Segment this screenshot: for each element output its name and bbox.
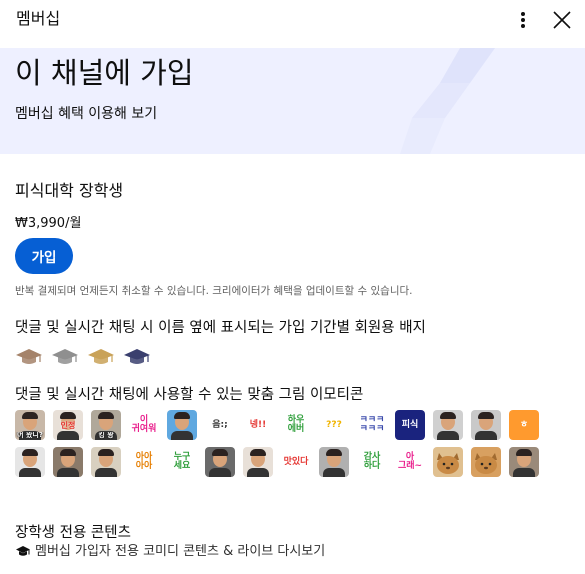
emoji-text: 피식 — [401, 419, 419, 430]
graduation-cap-navy-badge-icon — [124, 349, 150, 364]
emoji-text: 맛있다 — [283, 456, 309, 467]
emoji-text: 아 그래~ — [397, 452, 423, 471]
tier-price: ₩3,990/월 — [15, 216, 82, 231]
hero-decoration — [400, 48, 495, 154]
join-button[interactable]: 가입 — [15, 238, 73, 274]
graduation-cap-bronze-badge-icon — [16, 349, 42, 364]
custom-emoji — [433, 410, 463, 440]
custom-emoji — [471, 447, 501, 477]
emoji-section-title: 댓글 및 실시간 채팅에 사용할 수 있는 맞춤 그림 이모티콘 — [15, 387, 364, 403]
graduation-cap-icon — [16, 546, 30, 556]
emoji-caption: 킹 왕 — [98, 432, 114, 439]
exclusive-content-label: 멤버십 가입자 전용 코미디 콘텐츠 & 라이브 다시보기 — [35, 544, 326, 559]
custom-emoji: 어 왔니? — [15, 410, 45, 440]
emoji-text: ㅋㅋㅋ ㅋㅋㅋ — [359, 415, 385, 434]
custom-emoji — [433, 447, 463, 477]
custom-emoji: ??? — [319, 410, 349, 440]
exclusive-content-item: 멤버십 가입자 전용 코미디 콘텐츠 & 라이브 다시보기 — [15, 543, 325, 561]
custom-emoji: ㅋㅋㅋ ㅋㅋㅋ — [357, 410, 387, 440]
emoji-text: 아아 아아 — [135, 452, 153, 471]
badges-section-title: 댓글 및 실시간 채팅 시 이름 옆에 표시되는 가입 기간별 회원용 배지 — [15, 320, 426, 336]
custom-emoji: 아아 아아 — [129, 447, 159, 477]
exclusive-content-title: 장학생 전용 콘텐츠 — [15, 525, 131, 541]
emoji-text: ㅎ — [519, 419, 529, 430]
custom-emoji — [243, 447, 273, 477]
custom-emoji: 음:; — [205, 410, 235, 440]
custom-emoji — [471, 410, 501, 440]
close-icon[interactable] — [550, 8, 574, 32]
graduation-cap-gold-badge-icon — [88, 349, 114, 364]
custom-emoji: 피식 — [395, 410, 425, 440]
dialog-title: 멤버십 — [16, 9, 61, 28]
emoji-caption: 인정 — [60, 420, 76, 430]
emoji-text: 감사 하다 — [363, 452, 381, 471]
custom-emoji: ㅎ — [509, 410, 539, 440]
custom-emoji: 인정 — [53, 410, 83, 440]
emoji-text: ??? — [326, 419, 342, 430]
hero-subtitle: 멤버십 혜택 이용해 보기 — [15, 106, 158, 122]
animal-emoji-art — [437, 453, 459, 474]
emoji-text: 음:; — [212, 419, 228, 430]
custom-emoji: 감사 하다 — [357, 447, 387, 477]
custom-emoji: 맛있다 — [281, 447, 311, 477]
custom-emoji: 킹 왕 — [91, 410, 121, 440]
tier-name: 피식대학 장학생 — [15, 181, 124, 200]
emoji-grid: 어 왔니? 인정킹 왕 이 귀여워 음:; 넹!! 하우 에버??? ㅋㅋㅋ ㅋㅋㅋ 피식 ㅎ 아… — [15, 410, 555, 477]
animal-emoji-art — [475, 453, 497, 474]
emoji-text: 이 귀여워 — [131, 415, 157, 434]
dialog-header: 멤버십 — [0, 0, 585, 48]
custom-emoji: 이 귀여워 — [129, 410, 159, 440]
billing-notice: 반복 결제되며 언제든지 취소할 수 있습니다. 크리에이터가 혜택을 업데이트… — [15, 285, 413, 297]
graduation-cap-silver-badge-icon — [52, 349, 78, 364]
custom-emoji — [15, 447, 45, 477]
custom-emoji: 누구 세요 — [167, 447, 197, 477]
emoji-text: 하우 에버 — [287, 415, 305, 434]
join-hero: 이 채널에 가입 멤버십 혜택 이용해 보기 — [0, 48, 585, 154]
custom-emoji — [319, 447, 349, 477]
custom-emoji — [509, 447, 539, 477]
more-vert-icon[interactable] — [509, 6, 537, 34]
custom-emoji: 아 그래~ — [395, 447, 425, 477]
badge-list — [15, 347, 151, 367]
custom-emoji: 하우 에버 — [281, 410, 311, 440]
hero-heading: 이 채널에 가입 — [15, 56, 194, 90]
emoji-text: 누구 세요 — [173, 452, 191, 471]
custom-emoji — [167, 410, 197, 440]
emoji-caption: 어 왔니? — [17, 432, 43, 439]
custom-emoji: 넹!! — [243, 410, 273, 440]
custom-emoji — [205, 447, 235, 477]
custom-emoji — [91, 447, 121, 477]
emoji-text: 넹!! — [249, 419, 267, 430]
custom-emoji — [53, 447, 83, 477]
